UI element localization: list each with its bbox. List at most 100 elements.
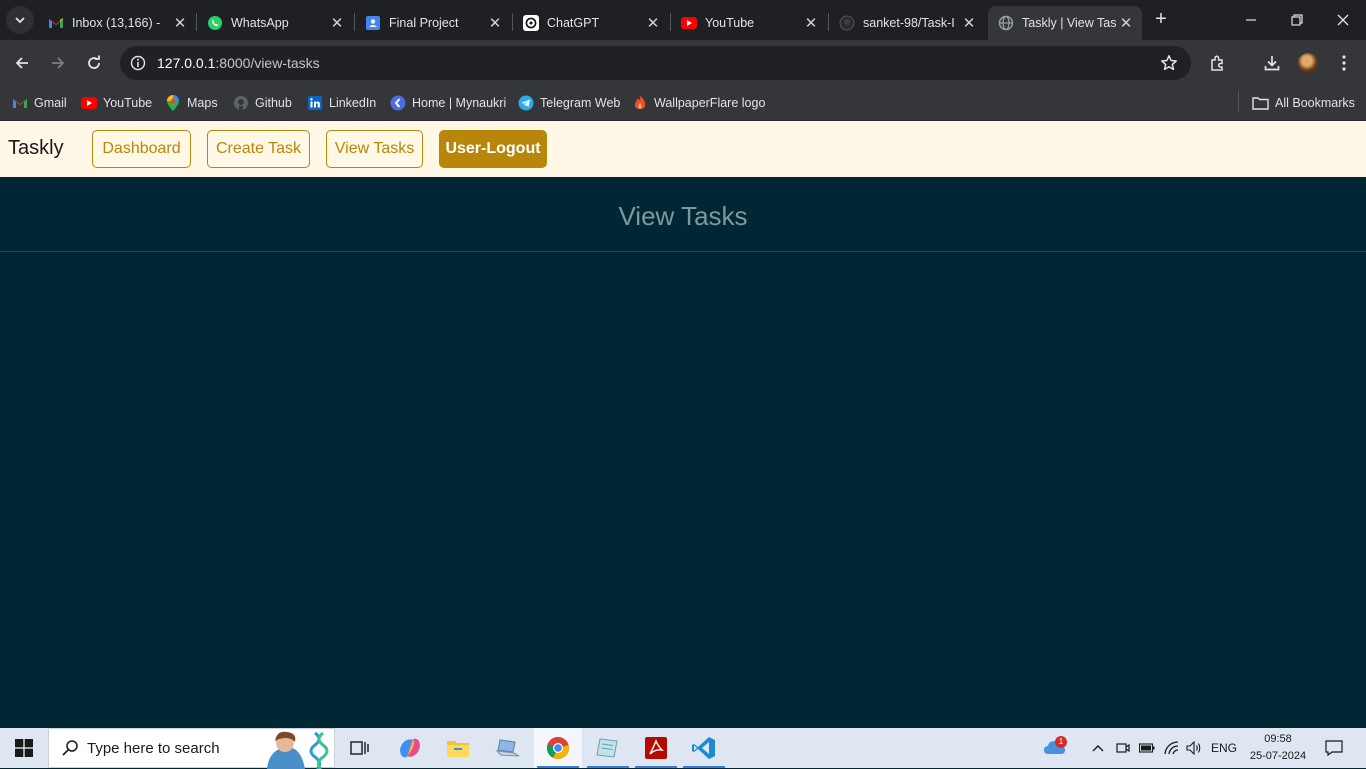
tab-strip: Inbox (13,166) - ✕ WhatsApp ✕ Final Proj…: [0, 0, 1366, 40]
search-placeholder: Type here to search: [87, 739, 220, 757]
bookmark-label: YouTube: [103, 96, 153, 110]
meet-now-icon[interactable]: [1113, 728, 1133, 768]
volume-icon[interactable]: [1184, 728, 1204, 768]
close-icon: [1337, 14, 1349, 26]
restore-icon: [1291, 14, 1303, 26]
tab-whatsapp[interactable]: WhatsApp ✕: [197, 6, 353, 40]
acrobat-button[interactable]: [632, 728, 680, 768]
chrome-icon: [546, 737, 569, 759]
search-highlight-illustration: [267, 731, 329, 769]
bookmark-wallpaperflare[interactable]: WallpaperFlare logo: [632, 92, 765, 114]
logout-button[interactable]: User-Logout: [439, 130, 547, 168]
menu-icon[interactable]: [1332, 51, 1356, 75]
windows-taskbar: Type here to search 1 ENG 09:58 25-07-20…: [0, 728, 1366, 769]
globe-icon: [998, 15, 1014, 31]
vscode-button[interactable]: [680, 728, 728, 768]
bookmark-label: Github: [255, 96, 292, 110]
close-icon[interactable]: ✕: [327, 13, 347, 33]
notes-app-button[interactable]: [584, 728, 632, 768]
notes-icon: [596, 738, 618, 758]
tab-gmail[interactable]: Inbox (13,166) - ✕: [38, 6, 196, 40]
file-explorer-button[interactable]: [434, 728, 482, 768]
new-tab-button[interactable]: +: [1150, 9, 1172, 31]
naukri-icon: [390, 95, 406, 111]
docs-icon: [365, 15, 381, 31]
close-icon[interactable]: ✕: [801, 13, 821, 33]
taskbar-search-box[interactable]: Type here to search: [48, 728, 335, 769]
address-bar[interactable]: 127.0.0.1:8000/view-tasks: [120, 46, 1191, 80]
bookmark-youtube[interactable]: YouTube: [81, 92, 152, 114]
download-icon[interactable]: [1260, 51, 1284, 75]
site-info-icon[interactable]: [128, 53, 148, 73]
tab-youtube[interactable]: YouTube ✕: [671, 6, 827, 40]
pdf-icon: [645, 737, 667, 759]
tab-final-project[interactable]: Final Project ✕: [355, 6, 511, 40]
close-icon[interactable]: ✕: [485, 13, 505, 33]
forward-button[interactable]: [46, 51, 70, 75]
notifications-button[interactable]: [1318, 728, 1350, 768]
tab-search-button[interactable]: [6, 6, 34, 34]
bookmark-linkedin[interactable]: LinkedIn: [307, 92, 376, 114]
github-icon: [233, 95, 249, 111]
create-task-button[interactable]: Create Task: [207, 130, 310, 168]
tab-chatgpt[interactable]: ChatGPT ✕: [513, 6, 669, 40]
bookmark-label: Home | Mynaukri: [412, 96, 507, 110]
start-button[interactable]: [0, 728, 48, 768]
all-bookmarks-button[interactable]: All Bookmarks: [1251, 92, 1355, 114]
gmail-icon: [48, 15, 64, 31]
chevron-up-icon: [1092, 745, 1104, 752]
brand-logo[interactable]: Taskly: [8, 137, 64, 160]
minimize-button[interactable]: [1238, 8, 1264, 32]
close-window-button[interactable]: [1330, 8, 1356, 32]
chrome-button[interactable]: [534, 728, 582, 768]
view-tasks-button[interactable]: View Tasks: [326, 130, 423, 168]
bookmark-label: Maps: [187, 96, 218, 110]
maps-icon: [165, 95, 181, 111]
extensions-icon[interactable]: [1206, 51, 1230, 75]
url-host: 127.0.0.1: [157, 55, 216, 71]
language-indicator[interactable]: ENG: [1206, 728, 1242, 768]
task-view-button[interactable]: [336, 728, 384, 768]
tab-title: sanket-98/Task-I: [863, 16, 955, 30]
bookmark-github[interactable]: Github: [233, 92, 292, 114]
back-button[interactable]: [10, 51, 34, 75]
navbar: Taskly Dashboard Create Task View Tasks …: [0, 121, 1366, 177]
bookmark-naukri[interactable]: Home | Mynaukri: [390, 92, 506, 114]
laptop-app-button[interactable]: [484, 728, 532, 768]
notification-badge: 1: [1055, 736, 1067, 748]
url-path: :8000/view-tasks: [215, 55, 320, 71]
close-icon[interactable]: ✕: [959, 13, 979, 33]
tab-taskly-active[interactable]: Taskly | View Tas ✕: [988, 6, 1142, 40]
laptop-icon: [495, 739, 520, 757]
youtube-icon: [681, 15, 697, 31]
task-view-icon: [350, 741, 369, 755]
bookmark-label: All Bookmarks: [1275, 96, 1355, 110]
close-icon[interactable]: ✕: [1116, 13, 1136, 33]
battery-icon[interactable]: [1137, 728, 1157, 768]
bookmark-telegram[interactable]: Telegram Web: [518, 92, 620, 114]
bookmark-star-icon[interactable]: [1159, 53, 1179, 73]
close-icon[interactable]: ✕: [170, 13, 190, 33]
tab-github[interactable]: sanket-98/Task-I ✕: [829, 6, 985, 40]
tab-title: ChatGPT: [547, 16, 600, 30]
bookmark-maps[interactable]: Maps: [165, 92, 218, 114]
bookmarks-bar: Gmail YouTube Maps Github LinkedIn Home …: [0, 86, 1366, 121]
telegram-icon: [518, 95, 534, 111]
browser-toolbar: 127.0.0.1:8000/view-tasks: [0, 40, 1366, 86]
wifi-icon[interactable]: [1161, 728, 1183, 768]
weather-widget[interactable]: 1: [1040, 728, 1070, 768]
tab-title: Final Project: [389, 16, 459, 30]
profile-avatar[interactable]: [1298, 53, 1318, 73]
bookmark-label: Gmail: [34, 96, 67, 110]
clock[interactable]: 09:58 25-07-2024: [1246, 731, 1310, 765]
reload-button[interactable]: [82, 51, 106, 75]
restore-button[interactable]: [1284, 8, 1310, 32]
bookmark-gmail[interactable]: Gmail: [12, 92, 67, 114]
close-icon[interactable]: ✕: [643, 13, 663, 33]
minimize-icon: [1246, 19, 1256, 21]
show-hidden-icons-button[interactable]: [1088, 728, 1108, 768]
copilot-button[interactable]: [386, 728, 434, 768]
dashboard-button[interactable]: Dashboard: [92, 130, 191, 168]
tab-title: Taskly | View Tas: [1022, 16, 1116, 30]
clock-time: 09:58: [1264, 733, 1292, 745]
